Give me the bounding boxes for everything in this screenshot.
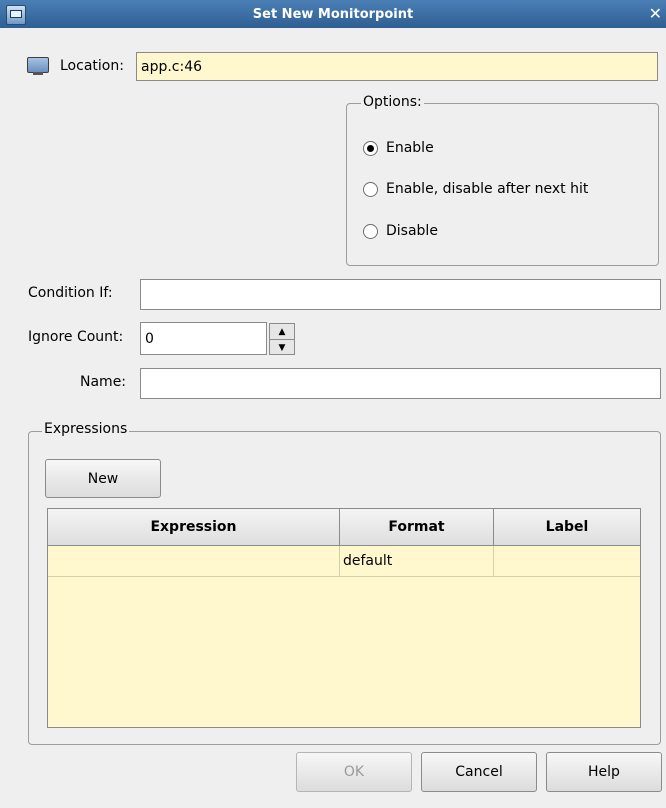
radio-enable-disable[interactable] [363, 181, 378, 197]
options-title: Options: [361, 94, 424, 110]
window-title: Set New Monitorpoint [252, 6, 414, 22]
cell-expression[interactable] [48, 546, 340, 576]
arrow-down-icon[interactable]: ▼ [270, 340, 294, 355]
radio-enable[interactable] [363, 140, 378, 156]
table-row[interactable]: default [48, 546, 640, 577]
radio-enable-label: Enable [386, 140, 434, 156]
radio-disable[interactable] [363, 223, 378, 239]
title-bar: Set New Monitorpoint ✕ [0, 0, 666, 28]
radio-enable-row[interactable]: Enable [363, 140, 434, 156]
close-icon[interactable]: ✕ [649, 4, 662, 23]
radio-enable-disable-label: Enable, disable after next hit [386, 181, 589, 197]
condition-label: Condition If: [28, 285, 113, 301]
radio-disable-label: Disable [386, 223, 438, 239]
cancel-button[interactable]: Cancel [421, 752, 537, 792]
app-icon[interactable] [6, 5, 26, 25]
column-header-label[interactable]: Label [494, 509, 640, 545]
monitor-icon [27, 57, 49, 77]
cell-format[interactable]: default [340, 546, 494, 576]
expressions-title: Expressions [42, 421, 130, 437]
new-expression-button[interactable]: New [45, 459, 161, 498]
expressions-table: Expression Format Label default [47, 508, 641, 728]
ignore-count-label: Ignore Count: [28, 329, 124, 345]
cell-label[interactable] [494, 546, 640, 576]
condition-input[interactable] [140, 279, 661, 310]
table-header: Expression Format Label [48, 509, 640, 546]
help-button[interactable]: Help [546, 752, 662, 792]
name-input[interactable] [140, 368, 661, 399]
column-header-format[interactable]: Format [340, 509, 494, 545]
name-label: Name: [80, 374, 127, 390]
ok-button[interactable]: OK [296, 752, 412, 792]
column-header-expression[interactable]: Expression [48, 509, 340, 545]
ignore-count-input[interactable] [140, 322, 267, 355]
location-label: Location: [60, 58, 124, 74]
location-input[interactable] [136, 52, 658, 81]
radio-enable-disable-row[interactable]: Enable, disable after next hit [363, 181, 588, 197]
radio-disable-row[interactable]: Disable [363, 223, 438, 239]
ignore-count-spinner[interactable]: ▲ ▼ [269, 323, 295, 355]
arrow-up-icon[interactable]: ▲ [270, 324, 294, 340]
